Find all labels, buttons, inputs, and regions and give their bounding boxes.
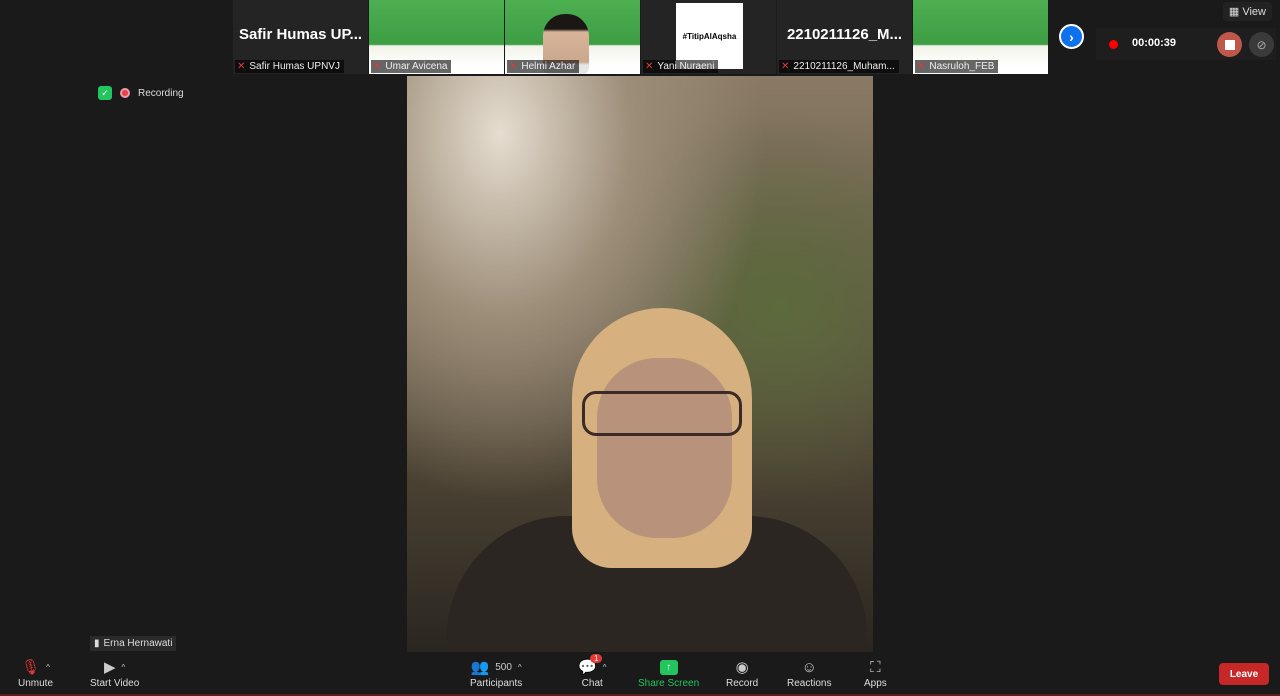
mic-muted-icon: ✕ [781,61,790,72]
reactions-button[interactable]: ☺ Reactions [787,656,832,690]
tile-name: Yani Nuraeni [657,61,715,72]
recording-icon [120,88,130,98]
mute-recording-button[interactable]: ⊘ [1249,32,1274,57]
share-screen-button[interactable]: ↑ Share Screen [638,656,699,689]
recording-timer: 00:00:39 [1132,37,1177,49]
tile-name-tag: ✕ Yani Nuraeni [643,60,719,73]
recording-label: Recording [138,87,184,99]
stop-icon [1224,39,1235,50]
shield-icon[interactable]: ✓ [98,86,112,100]
mic-muted-icon: ✕ [645,61,654,72]
gallery-tile[interactable]: ✕ Helmi Azhar [505,0,640,74]
record-icon: ◉ [735,659,749,676]
mic-muted-icon: ✕ [917,61,926,72]
apps-button[interactable]: ⛶ Apps [864,656,887,690]
mic-muted-icon: ✕ [509,61,518,72]
gallery-tile[interactable]: #TitipAlAqsha ✕ Yani Nuraeni [641,0,776,74]
speaker-name-tag: ▮ Erna Hernawati [90,636,177,651]
active-speaker-video [407,76,873,652]
share-screen-icon: ↑ [659,659,678,675]
apps-label: Apps [864,678,887,689]
participants-button[interactable]: 👥 500 ^ Participants [470,656,522,689]
tile-display-name: 2210211126_M... [786,26,903,43]
participants-icon: 👥 [470,659,490,676]
grid-icon: ▦ [1228,6,1243,18]
start-video-button[interactable]: ▶ ^ Start Video [90,656,139,689]
participants-label: Participants [470,678,523,689]
recording-dot-icon [1109,40,1118,49]
chat-button[interactable]: 💬 1 ^ Chat [578,654,607,689]
apps-icon: ⛶ [870,658,881,676]
next-page-button[interactable]: › [1059,24,1084,49]
record-label: Record [726,678,759,689]
tile-name: 2210211126_Muham... [793,61,895,72]
audio-options-caret[interactable]: ^ [46,663,50,672]
reactions-label: Reactions [787,678,832,689]
mic-muted-icon: ✕ [237,61,246,72]
tile-name: Nasruloh_FEB [929,61,995,72]
unmute-label: Unmute [18,678,54,689]
signal-icon: ▮ [94,638,100,649]
meeting-toolbar: 🎙 ^ Unmute ▶ ^ Start Video 👥 500 ^ Participants… [0,652,1280,696]
video-options-caret[interactable]: ^ [122,663,126,672]
gallery-tile[interactable]: 2210211126_M... ✕ 2210211126_Muham... [777,0,912,74]
stop-recording-button[interactable] [1217,32,1242,57]
participant-count: 500 [495,661,512,673]
record-button[interactable]: ◉ Record [726,656,758,689]
speaker-name: Erna Hernawati [103,638,173,649]
participants-caret[interactable]: ^ [518,663,522,672]
tile-name: Safir Humas UPNVJ [249,61,340,72]
tile-name-tag: ✕ Safir Humas UPNVJ [235,60,344,73]
gallery-tile[interactable]: Safir Humas UP... ✕ Safir Humas UPNVJ [233,0,368,74]
speaker-glasses [582,391,742,436]
gallery-tile[interactable]: ✕ Nasruloh_FEB [913,0,1048,74]
mic-muted-icon: ✕ [373,61,382,72]
view-label: View [1242,6,1266,18]
reactions-icon: ☺ [801,658,817,676]
unmute-button[interactable]: 🎙 ^ Unmute [18,656,53,689]
gallery-strip: Safir Humas UP... ✕ Safir Humas UPNVJ ✕ Uma… [233,0,1048,74]
chat-label: Chat [581,678,603,689]
speaker-face [597,358,732,538]
tile-name-tag: ✕ 2210211126_Muham... [779,60,899,73]
meeting-status: ✓ Recording [98,86,184,100]
start-video-label: Start Video [90,678,140,689]
gallery-tile[interactable]: ✕ Umar Avicena [369,0,504,74]
tile-name-tag: ✕ Umar Avicena [371,60,452,73]
tile-display-name: Safir Humas UP... [238,26,363,43]
view-button[interactable]: ▦ View [1222,2,1272,21]
chat-badge: 1 [590,654,603,663]
leave-button[interactable]: Leave [1219,663,1269,685]
video-off-icon: ▶ [103,659,116,676]
chat-caret[interactable]: ^ [603,663,607,672]
tile-name-tag: ✕ Nasruloh_FEB [915,60,999,73]
tile-name: Umar Avicena [385,61,448,72]
tile-name: Helmi Azhar [521,61,576,72]
share-screen-label: Share Screen [638,678,700,689]
mic-muted-icon: 🎙 [21,659,41,676]
tile-name-tag: ✕ Helmi Azhar [507,60,580,73]
